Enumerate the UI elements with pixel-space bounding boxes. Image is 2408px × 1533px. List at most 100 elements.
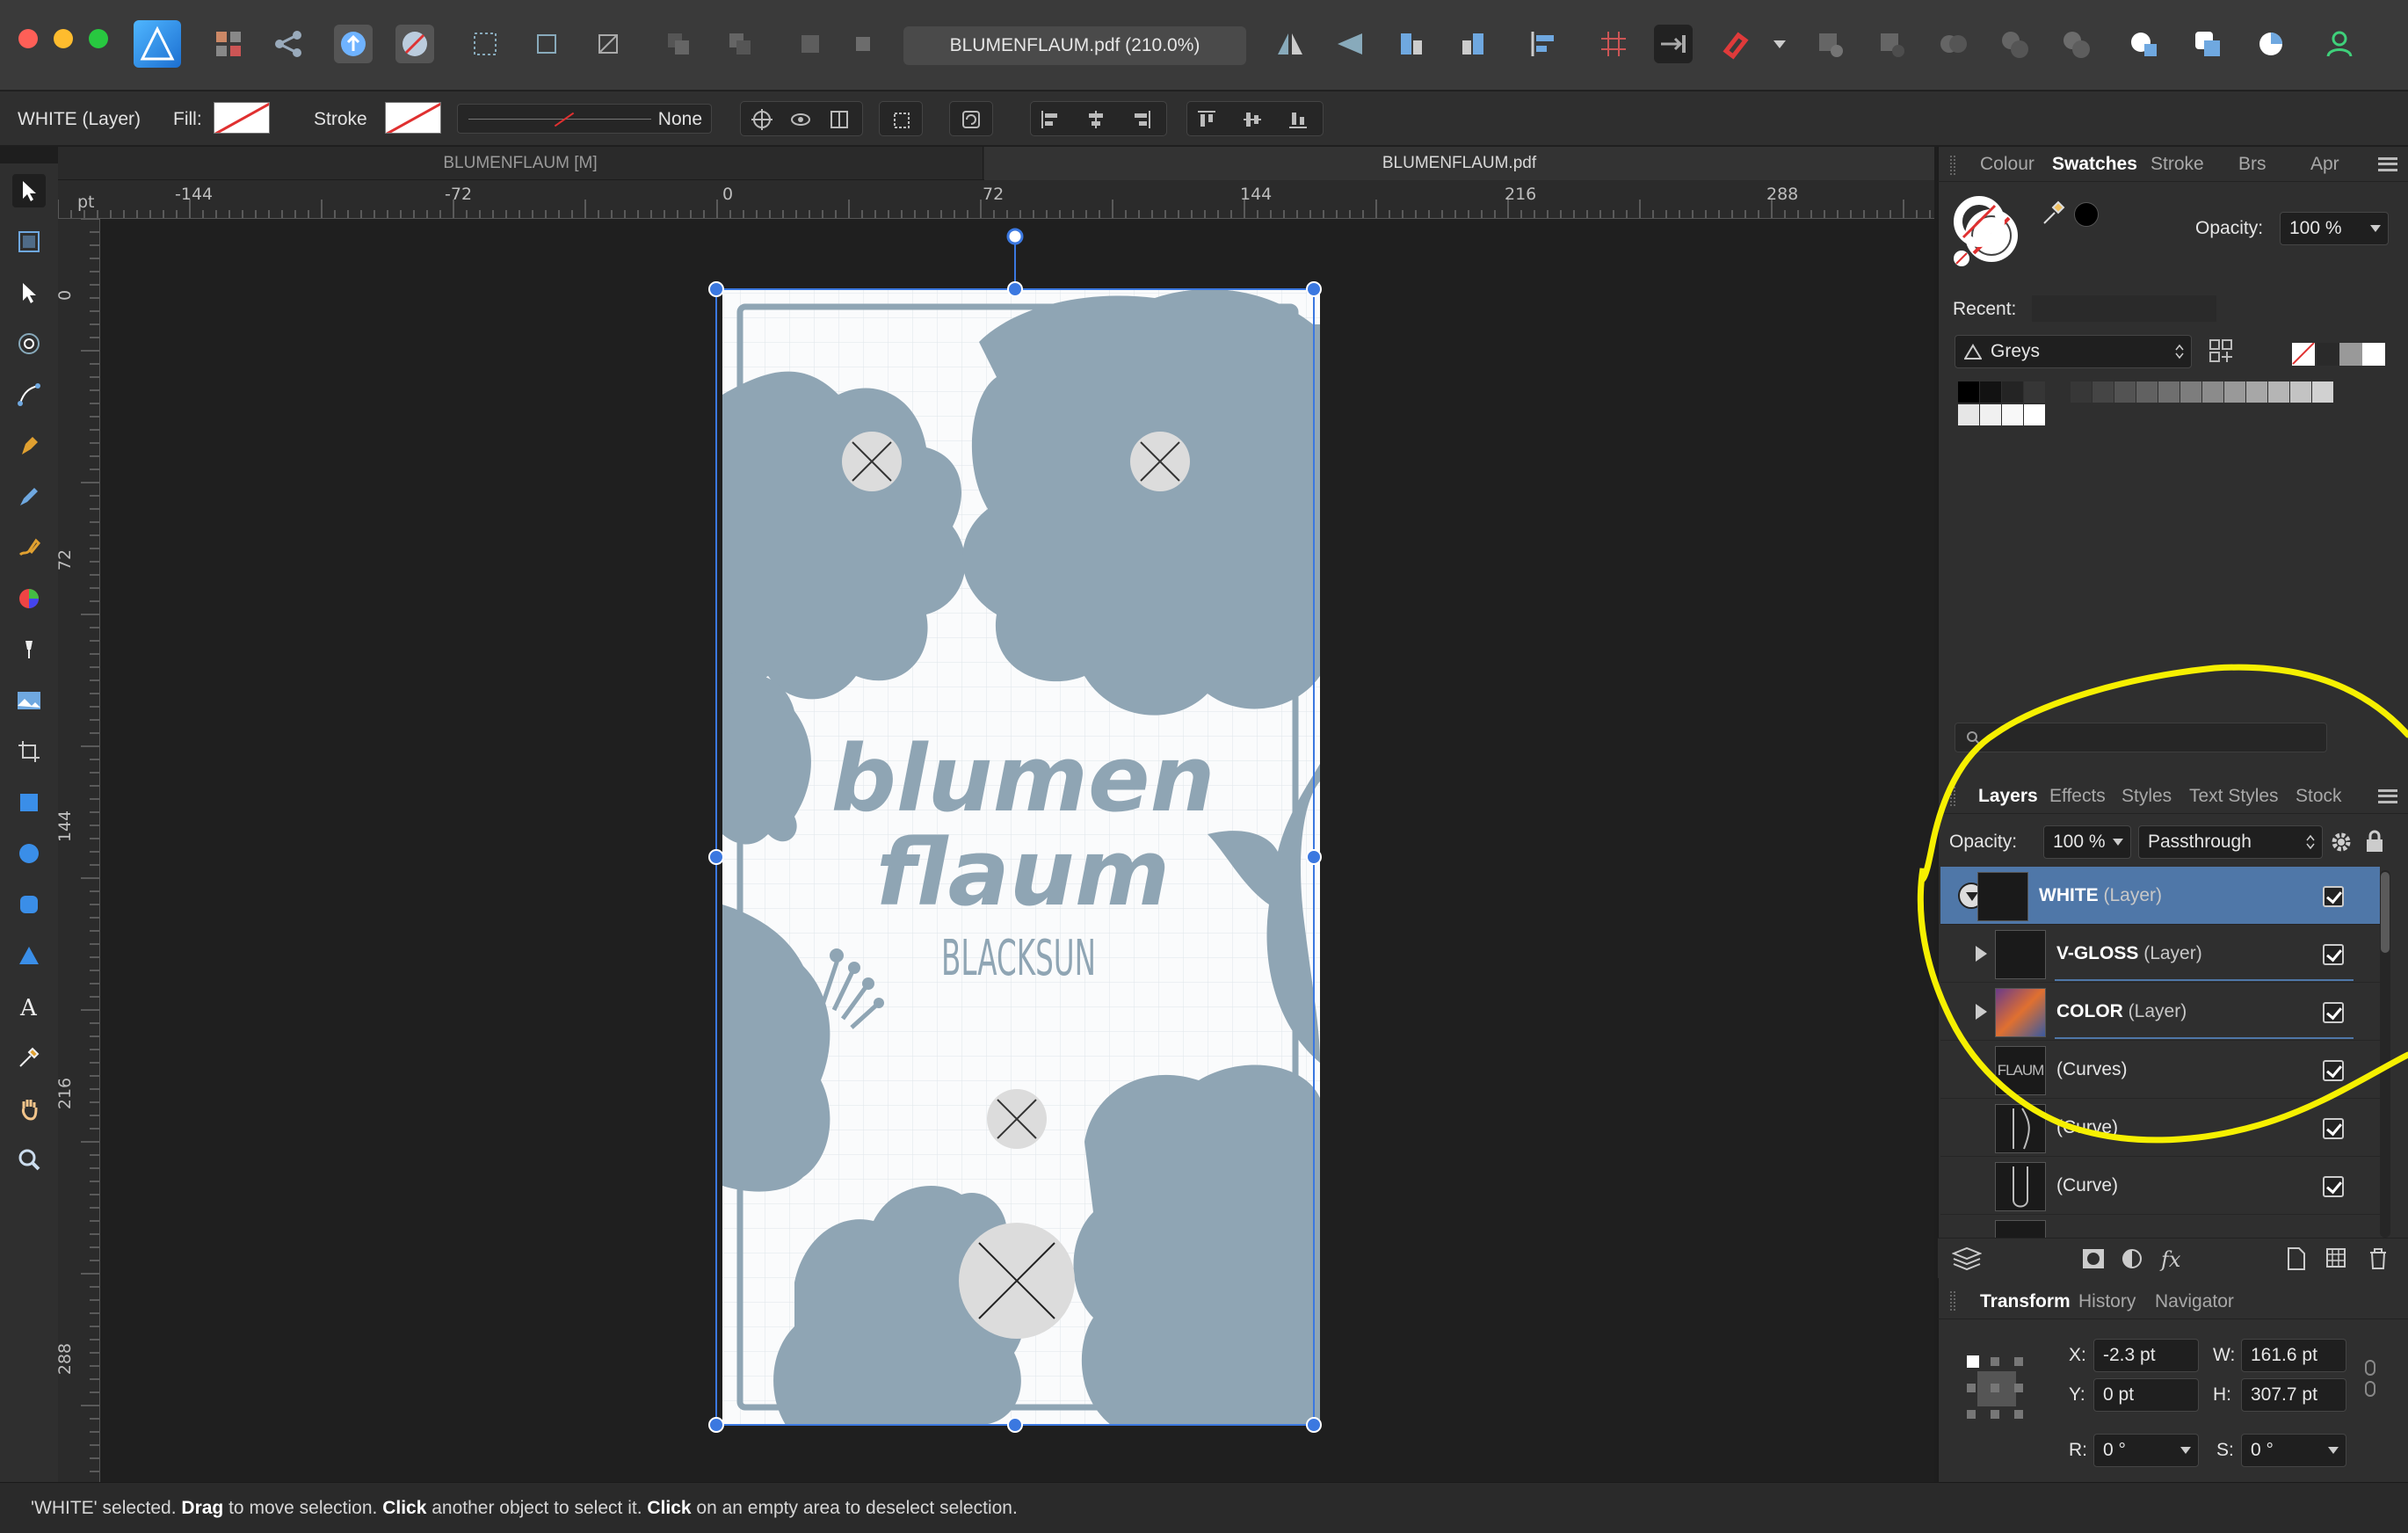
resize-handle[interactable] [708, 849, 724, 865]
pen-tool-icon[interactable] [12, 429, 46, 462]
quick-shape-icon[interactable] [2125, 25, 2164, 63]
transform-s-field[interactable]: 0 ° [2241, 1434, 2346, 1467]
new-pixel-layer-icon[interactable] [2325, 1246, 2347, 1271]
resize-handle[interactable] [1007, 281, 1023, 297]
layer-stack-icon[interactable] [1952, 1246, 1982, 1271]
fill-stroke-selector[interactable] [1953, 195, 2020, 269]
layer-visibility-checkbox[interactable] [2323, 1176, 2344, 1197]
stroke-style-field[interactable]: None [457, 104, 712, 134]
window-close-button[interactable] [18, 29, 38, 48]
designer-persona-icon[interactable] [134, 20, 181, 68]
corner-tool-icon[interactable] [12, 327, 46, 360]
palette-selector[interactable]: Greys [1955, 335, 2192, 368]
arrange-front-icon[interactable] [844, 25, 882, 63]
rotate-right-icon[interactable] [1454, 25, 1492, 63]
rotate-left-icon[interactable] [1392, 25, 1431, 63]
image-placeholder[interactable] [842, 432, 902, 491]
none-swatch[interactable] [2292, 343, 2315, 366]
grey-swatch[interactable] [2002, 381, 2023, 403]
stroke-swatch[interactable] [385, 102, 441, 134]
flip-vertical-icon[interactable] [1331, 25, 1369, 63]
align-right-icon[interactable] [1131, 109, 1152, 130]
vertical-ruler[interactable]: 0 72 144 216 288 [58, 219, 100, 1482]
boolean-divide-icon[interactable] [2056, 25, 2095, 63]
layer-visibility-checkbox[interactable] [2323, 886, 2344, 907]
image-placeholder[interactable] [1130, 432, 1190, 491]
horizontal-ruler[interactable]: pt -144 -72 0 72 144 216 288 [58, 180, 1934, 219]
layers-search-field[interactable] [1955, 723, 2327, 752]
color-picker-tool-icon[interactable] [12, 1041, 46, 1074]
layer-visibility-checkbox[interactable] [2323, 944, 2344, 965]
fill-tool-icon[interactable] [12, 582, 46, 615]
resize-handle[interactable] [1306, 849, 1322, 865]
layer-visibility-checkbox[interactable] [2323, 1118, 2344, 1139]
layers-scrollbar[interactable] [2380, 870, 2390, 1238]
anchor-point-selector[interactable] [1963, 1352, 2030, 1422]
quick-rect-icon[interactable] [2188, 25, 2227, 63]
grey-swatch[interactable] [2224, 381, 2245, 403]
selection-bounds-icon[interactable] [527, 25, 566, 63]
rounded-rectangle-tool-icon[interactable] [12, 888, 46, 921]
canvas[interactable]: blumen flaum BLACKSUN [100, 219, 1934, 1482]
layer-row-v-gloss[interactable]: V-GLOSS (Layer) [1940, 925, 2380, 983]
mask-layer-icon[interactable] [2081, 1247, 2106, 1270]
align-center-icon[interactable] [1085, 109, 1106, 130]
panel-menu-icon[interactable] [2378, 789, 2397, 803]
resize-handle[interactable] [1007, 1417, 1023, 1433]
layer-row-curves[interactable]: FLAUM (Curves) [1940, 1041, 2380, 1099]
swatch-opacity-field[interactable]: 100 % [2280, 212, 2389, 245]
greys-swatch-grid[interactable] [1958, 381, 2362, 427]
user-account-icon[interactable] [2320, 25, 2359, 63]
swatch-white[interactable] [2362, 343, 2385, 366]
artboard-tool-icon[interactable] [12, 225, 46, 258]
align-icon[interactable] [1524, 25, 1563, 63]
rotate-group[interactable] [949, 101, 993, 136]
layer-row-white[interactable]: WHITE (Layer) [1940, 867, 2380, 925]
zoom-tool-icon[interactable] [12, 1143, 46, 1176]
grey-swatch[interactable] [2312, 381, 2333, 403]
rectangle-tool-icon[interactable] [12, 786, 46, 819]
tab-styles[interactable]: Styles [2122, 786, 2172, 807]
arrange-back-icon[interactable] [659, 25, 698, 63]
transform-w-field[interactable]: 161.6 pt [2241, 1339, 2346, 1372]
grey-swatch[interactable] [2092, 381, 2114, 403]
quick-pie-icon[interactable] [2252, 25, 2290, 63]
pixel-persona-icon[interactable] [209, 25, 248, 63]
effects-fx-icon[interactable]: fx [2159, 1246, 2186, 1272]
grey-swatch[interactable] [2268, 381, 2289, 403]
layer-row-curve[interactable]: (Curve) [1940, 1099, 2380, 1157]
add-swatch-grid-icon[interactable] [2208, 338, 2236, 366]
grey-swatch[interactable] [2136, 381, 2158, 403]
insert-inside-icon[interactable] [1654, 25, 1693, 63]
grey-swatch[interactable] [1958, 381, 1979, 403]
adjustment-layer-icon[interactable] [2121, 1247, 2143, 1270]
tab-stroke[interactable]: Stroke [2151, 154, 2204, 175]
delete-layer-trash-icon[interactable] [2367, 1246, 2390, 1272]
align-left-icon[interactable] [1040, 109, 1061, 130]
move-tool-icon[interactable] [12, 174, 46, 207]
tab-transform[interactable]: Transform [1980, 1291, 2071, 1312]
current-color-swatch[interactable] [2074, 202, 2099, 227]
grey-swatch[interactable] [2114, 381, 2136, 403]
ellipse-tool-icon[interactable] [12, 837, 46, 870]
vector-brush-tool-icon[interactable] [12, 531, 46, 564]
boolean-xor-icon[interactable] [1995, 25, 2034, 63]
transform-h-field[interactable]: 307.7 pt [2241, 1378, 2346, 1412]
expand-arrow-icon[interactable] [1976, 1004, 1987, 1020]
node-tool-icon[interactable] [12, 276, 46, 309]
align-middle-icon[interactable] [1242, 109, 1263, 130]
window-zoom-button[interactable] [89, 29, 108, 48]
snapping-grid-icon[interactable] [466, 25, 504, 63]
grey-swatch[interactable] [2158, 381, 2180, 403]
blend-mode-select[interactable]: Passthrough [2138, 825, 2323, 859]
snapping-magnet-icon[interactable] [1715, 25, 1754, 63]
boolean-intersect-icon[interactable] [1933, 25, 1972, 63]
flip-horizontal-icon[interactable] [1271, 25, 1309, 63]
window-minimize-button[interactable] [54, 29, 73, 48]
tab-appearance[interactable]: Apr [2310, 154, 2339, 175]
point-transform-tool-icon[interactable] [12, 378, 46, 411]
grid-icon[interactable] [1594, 25, 1633, 63]
grey-swatch[interactable] [2071, 381, 2092, 403]
tab-stock[interactable]: Stock [2296, 786, 2342, 807]
layer-visibility-checkbox[interactable] [2323, 1002, 2344, 1023]
